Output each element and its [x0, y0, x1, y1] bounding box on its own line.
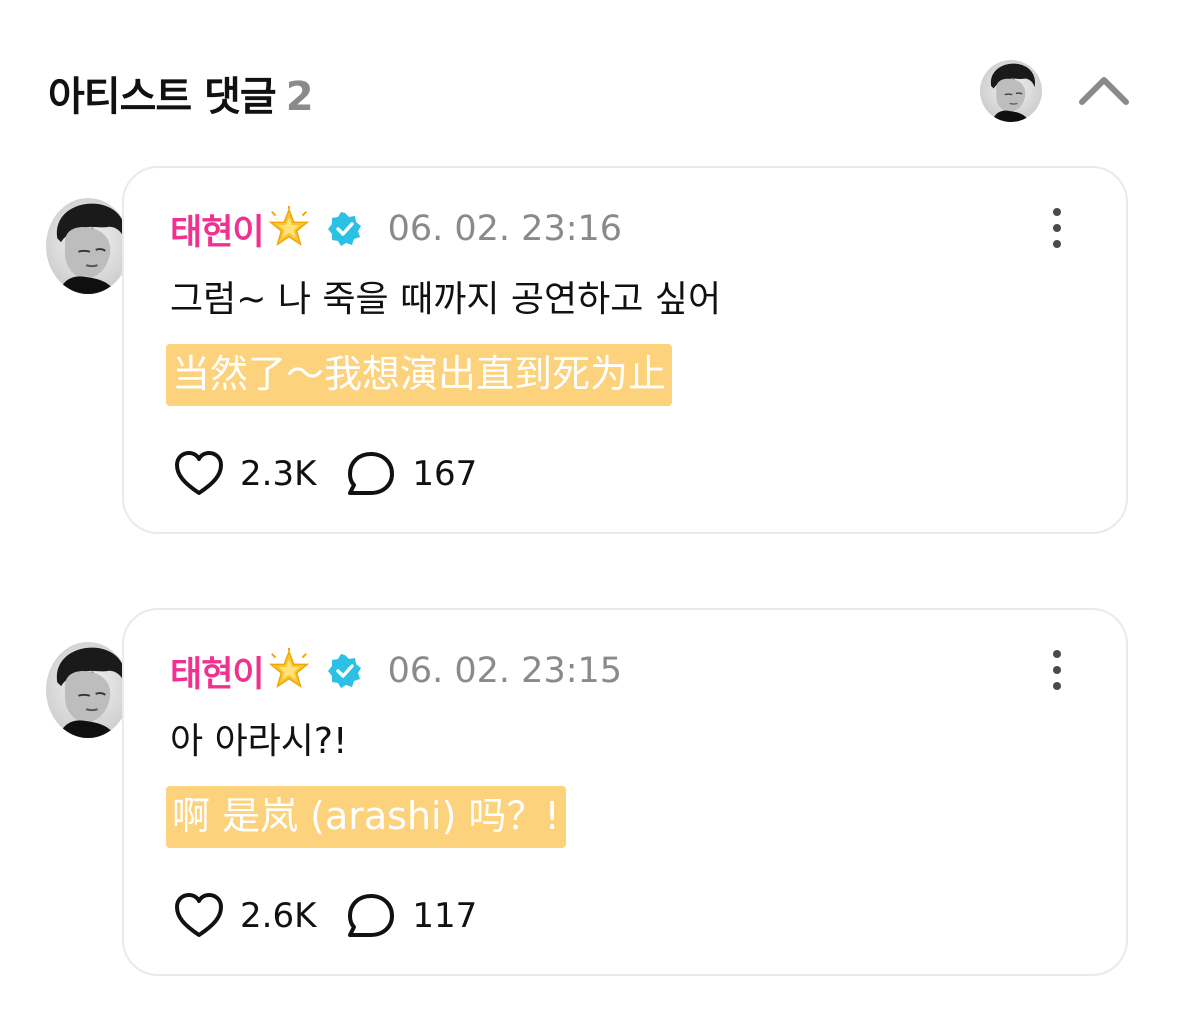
comments-header: 아티스트 댓글 2: [48, 60, 1138, 120]
section-title-label: 아티스트 댓글: [48, 74, 277, 120]
comment-card: 태현이 06. 02. 23:16 그럼~ 나 죽을 때까지 공연하고 싶어 当…: [122, 166, 1128, 534]
comment-avatar[interactable]: [46, 198, 130, 294]
author-name[interactable]: 태현이: [170, 646, 265, 697]
verified-icon: [328, 654, 362, 688]
avatar-image: [46, 642, 130, 738]
comment-icon: [344, 449, 398, 499]
like-button[interactable]: 2.3K: [172, 449, 316, 499]
comment-timestamp: 06. 02. 23:15: [387, 651, 623, 691]
chevron-up-icon: [1079, 77, 1129, 105]
comment-translation: 当然了～我想演出直到死为止: [166, 344, 673, 406]
more-vertical-icon[interactable]: [1042, 206, 1072, 250]
comment-actions: 2.3K 167: [172, 446, 477, 502]
reply-button[interactable]: 117: [344, 891, 477, 941]
comment-icon: [344, 891, 398, 941]
verified-icon: [328, 212, 362, 246]
like-count: 2.6K: [240, 896, 317, 936]
artist-avatar[interactable]: [980, 60, 1042, 122]
author-name[interactable]: 태현이: [170, 204, 265, 255]
like-count: 2.3K: [240, 454, 317, 494]
avatar-image: [46, 198, 130, 294]
comment-text: 그럼~ 나 죽을 때까지 공연하고 싶어: [170, 279, 722, 320]
more-vertical-icon[interactable]: [1042, 648, 1072, 692]
comment-card: 태현이 06. 02. 23:15 아 아라시?! 啊 是岚 (arashi) …: [122, 608, 1128, 976]
comment-translation: 啊 是岚 (arashi) 吗？!: [166, 786, 566, 848]
comment-timestamp: 06. 02. 23:16: [387, 209, 623, 249]
comment-count: 2: [285, 74, 314, 120]
reply-count: 117: [412, 896, 478, 936]
star-icon: [266, 648, 312, 694]
heart-icon: [172, 891, 226, 941]
heart-icon: [172, 449, 226, 499]
reply-button[interactable]: 167: [344, 449, 477, 499]
comment-actions: 2.6K 117: [172, 888, 477, 944]
comment-meta: 태현이 06. 02. 23:16: [170, 204, 623, 255]
collapse-button[interactable]: [1074, 62, 1134, 118]
comment-meta: 태현이 06. 02. 23:15: [170, 646, 623, 697]
reply-count: 167: [412, 454, 478, 494]
like-button[interactable]: 2.6K: [172, 891, 316, 941]
star-icon: [266, 206, 312, 252]
section-title: 아티스트 댓글 2: [48, 64, 314, 122]
comment-avatar[interactable]: [46, 642, 130, 738]
comment-text: 아 아라시?!: [170, 721, 348, 762]
avatar-image: [980, 60, 1042, 122]
